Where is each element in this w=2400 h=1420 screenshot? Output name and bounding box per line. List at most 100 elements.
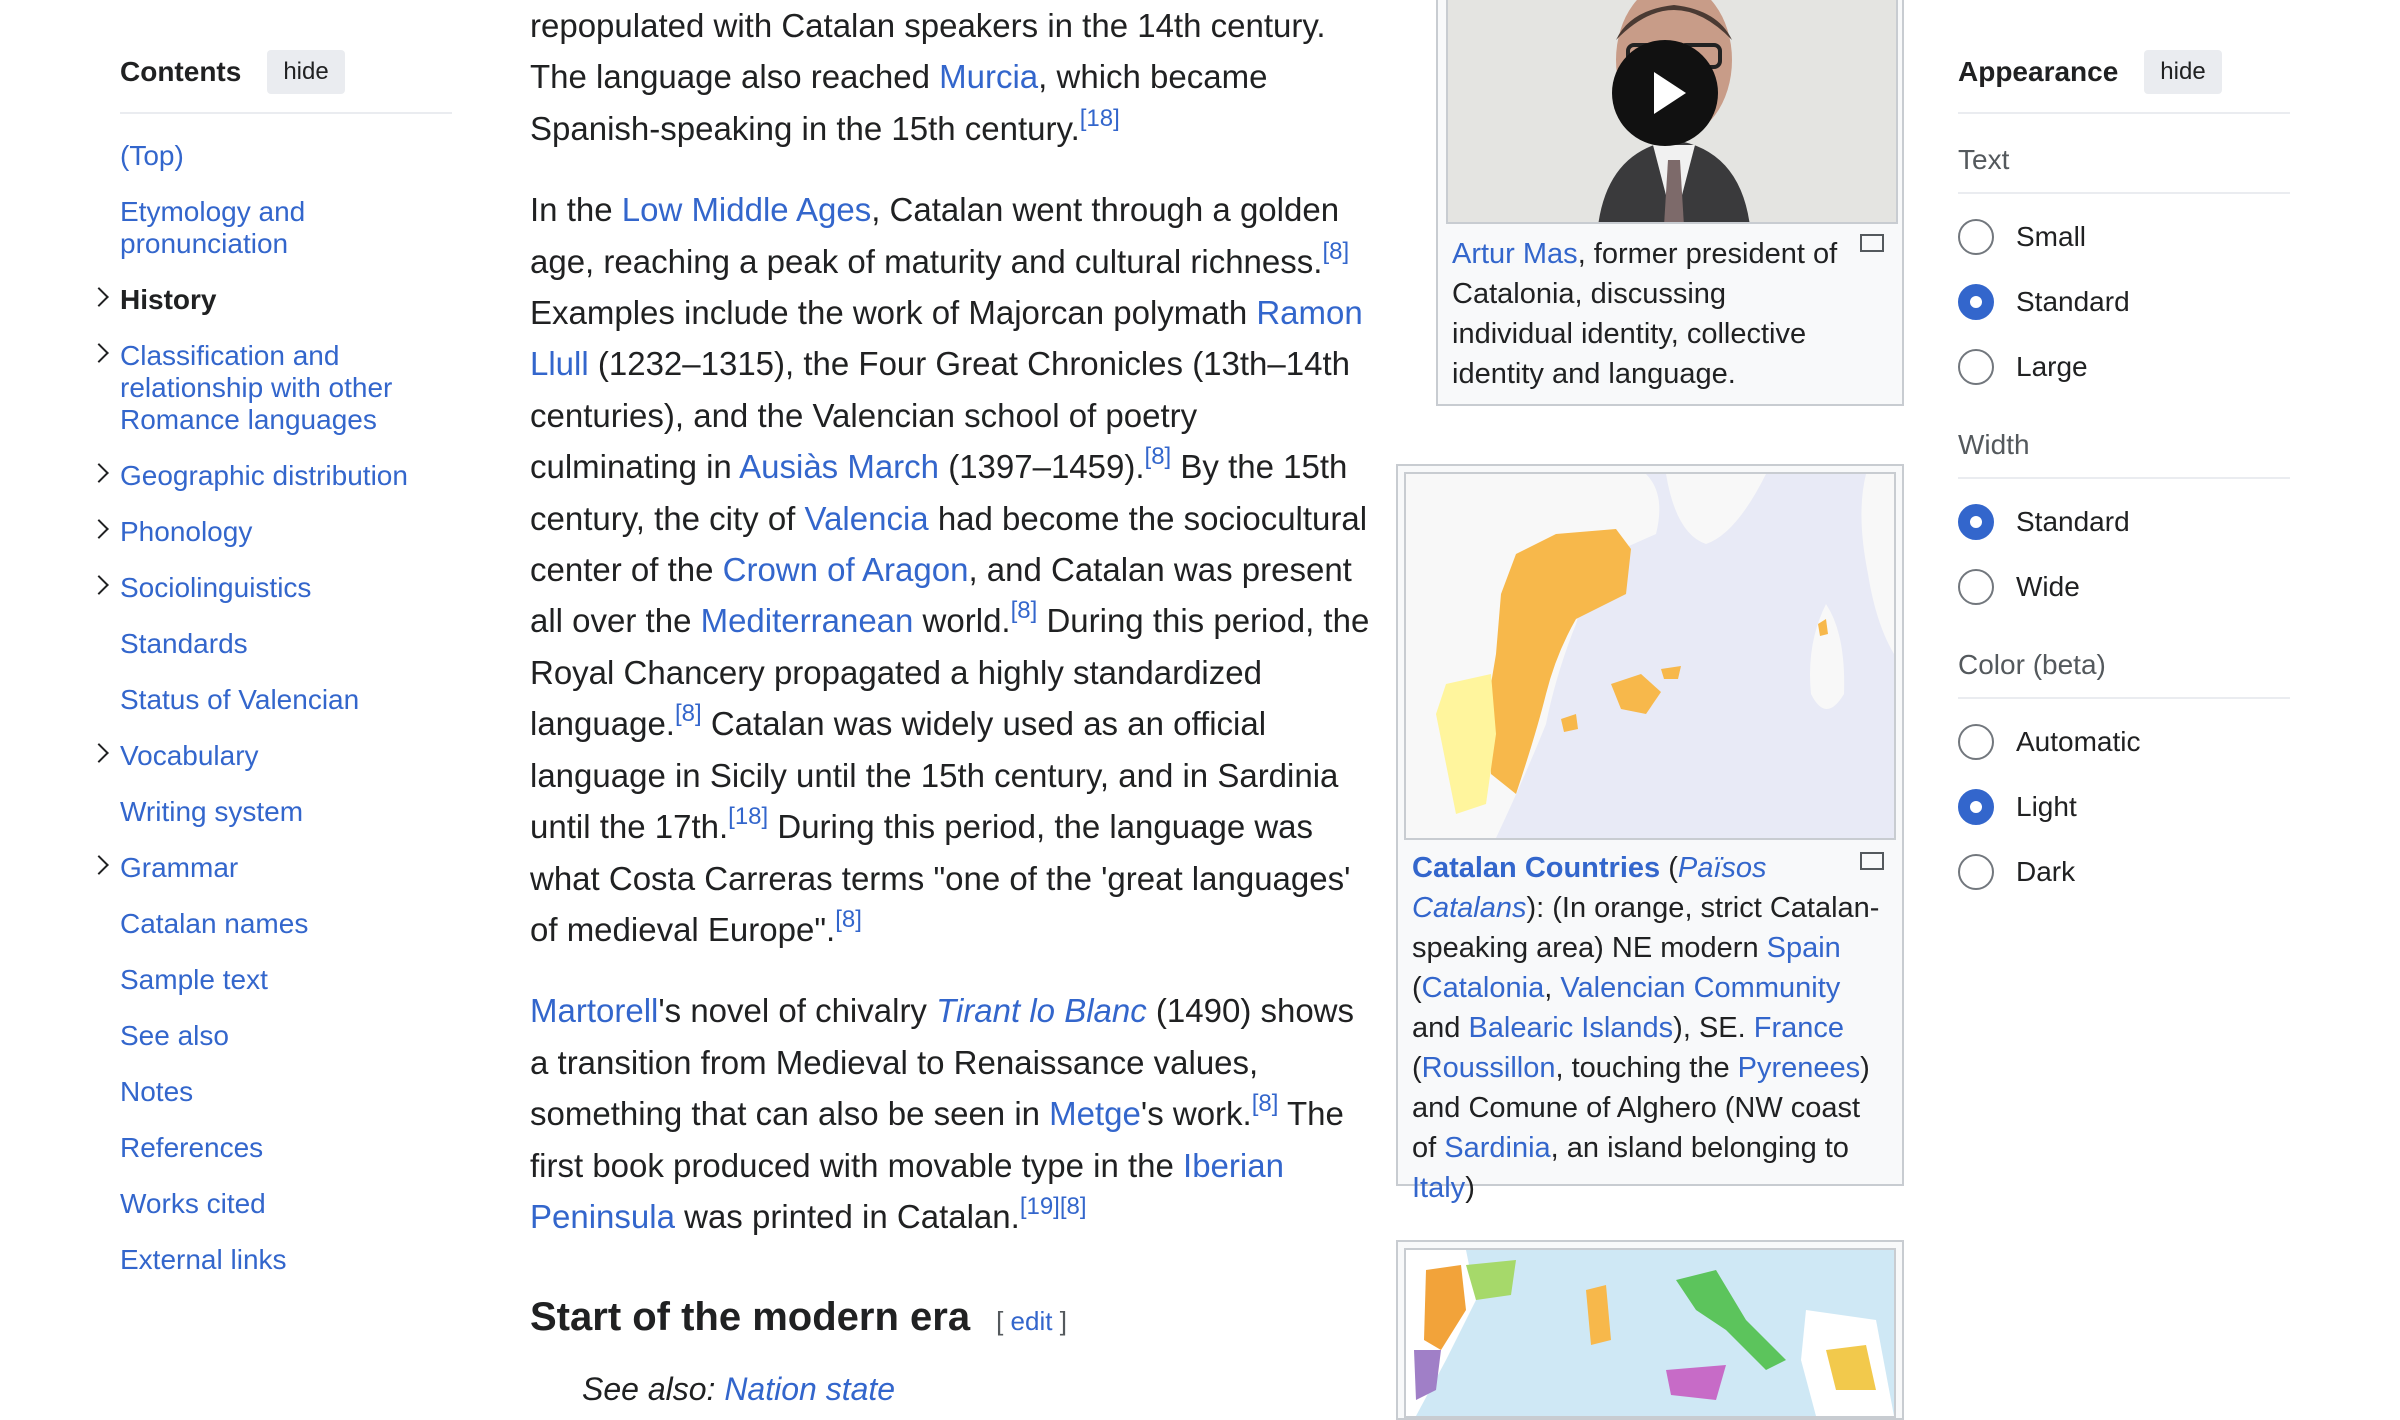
- citation-link[interactable]: [8]: [675, 700, 702, 727]
- toc-item-standards[interactable]: Standards: [120, 628, 452, 660]
- section-edit: [ edit ]: [996, 1306, 1067, 1337]
- citation-link[interactable]: [8]: [1060, 1193, 1087, 1220]
- radio-checked-icon[interactable]: [1958, 283, 1994, 320]
- link-italy[interactable]: Italy: [1412, 1172, 1465, 1204]
- toc-item-status-of-valencian[interactable]: Status of Valencian: [120, 684, 452, 716]
- toc-item-references[interactable]: References: [120, 1132, 452, 1164]
- radio-icon[interactable]: [1958, 568, 1994, 605]
- toc-item-geographic-distribution[interactable]: Geographic distribution: [89, 460, 452, 492]
- toc-item-vocabulary[interactable]: Vocabulary: [89, 740, 452, 772]
- citation-link[interactable]: [18]: [1080, 105, 1120, 132]
- text-size-options: Small Standard Large: [1958, 204, 2290, 399]
- toc-item-notes[interactable]: Notes: [120, 1076, 452, 1108]
- toc-item-external-links[interactable]: External links: [120, 1244, 452, 1276]
- toc-item-top[interactable]: (Top): [120, 140, 452, 172]
- radio-icon[interactable]: [1958, 853, 1994, 890]
- citation-link[interactable]: [8]: [835, 906, 862, 933]
- paragraph-tirant-lo-blanc: Martorell's novel of chivalry Tirant lo …: [530, 992, 1355, 1235]
- color-label: Color (beta): [1958, 649, 2290, 699]
- text-size-standard-option[interactable]: Standard: [1958, 269, 2290, 334]
- toc-item-grammar[interactable]: Grammar: [89, 852, 452, 884]
- color-dark-option[interactable]: Dark: [1958, 839, 2290, 904]
- toc-list: (Top) Etymology and pronunciation Histor…: [89, 140, 452, 1276]
- link-spain[interactable]: Spain: [1767, 932, 1841, 964]
- link-valencian-community[interactable]: Valencian Community: [1560, 972, 1840, 1004]
- width-standard-option[interactable]: Standard: [1958, 489, 2290, 554]
- link-catalan-countries[interactable]: Catalan Countries: [1412, 852, 1660, 884]
- color-light-option[interactable]: Light: [1958, 774, 2290, 839]
- link-low-middle-ages[interactable]: Low Middle Ages: [622, 191, 871, 228]
- appearance-panel: Appearance hide Text Small Standard Larg…: [1958, 50, 2290, 904]
- toc-item-catalan-names[interactable]: Catalan names: [120, 908, 452, 940]
- citation-link[interactable]: [18]: [728, 803, 768, 830]
- chevron-right-icon[interactable]: [89, 287, 109, 307]
- width-wide-option[interactable]: Wide: [1958, 554, 2290, 619]
- enlarge-icon[interactable]: [1860, 234, 1884, 252]
- link-balearic-islands[interactable]: Balearic Islands: [1468, 1012, 1673, 1044]
- toc-item-classification[interactable]: Classification and relationship with oth…: [89, 340, 452, 436]
- play-icon: [1654, 72, 1686, 114]
- link-pyrenees[interactable]: Pyrenees: [1738, 1052, 1861, 1084]
- link-sardinia[interactable]: Sardinia: [1444, 1132, 1550, 1164]
- toc-item-see-also[interactable]: See also: [120, 1020, 452, 1052]
- edit-link[interactable]: edit: [1011, 1306, 1053, 1336]
- paragraph-golden-age: In the Low Middle Ages, Catalan went thr…: [530, 191, 1370, 948]
- toc-item-sociolinguistics[interactable]: Sociolinguistics: [89, 572, 452, 604]
- radio-icon[interactable]: [1958, 348, 1994, 385]
- article-body: repopulated with Catalan speakers in the…: [530, 0, 1370, 1415]
- appearance-title: Appearance: [1958, 56, 2119, 87]
- link-tirant-lo-blanc[interactable]: Tirant lo Blanc: [936, 992, 1147, 1029]
- radio-icon[interactable]: [1958, 218, 1994, 255]
- link-metge[interactable]: Metge: [1049, 1095, 1141, 1132]
- citation-link[interactable]: [19]: [1020, 1193, 1060, 1220]
- historical-map-image[interactable]: [1404, 1248, 1896, 1418]
- text-size-large-option[interactable]: Large: [1958, 334, 2290, 399]
- enlarge-icon[interactable]: [1860, 852, 1884, 870]
- citation-link[interactable]: [8]: [1011, 597, 1038, 624]
- link-france[interactable]: France: [1754, 1012, 1844, 1044]
- toc-item-etymology[interactable]: Etymology and pronunciation: [120, 196, 452, 260]
- radio-checked-icon[interactable]: [1958, 503, 1994, 540]
- appearance-header: Appearance hide: [1958, 50, 2290, 114]
- toc-item-works-cited[interactable]: Works cited: [120, 1188, 452, 1220]
- link-valencia[interactable]: Valencia: [805, 500, 929, 537]
- link-mediterranean[interactable]: Mediterranean: [701, 602, 914, 639]
- toc-item-writing-system[interactable]: Writing system: [120, 796, 452, 828]
- toc-item-sample-text[interactable]: Sample text: [120, 964, 452, 996]
- toc-hide-button[interactable]: hide: [267, 50, 345, 94]
- chevron-right-icon[interactable]: [89, 855, 109, 875]
- text-size-small-option[interactable]: Small: [1958, 204, 2290, 269]
- link-artur-mas[interactable]: Artur Mas: [1452, 238, 1578, 270]
- link-crown-of-aragon[interactable]: Crown of Aragon: [723, 551, 969, 588]
- section-title: Start of the modern era: [530, 1295, 971, 1340]
- paragraph-murcia: repopulated with Catalan speakers in the…: [530, 7, 1326, 147]
- chevron-right-icon[interactable]: [89, 519, 109, 539]
- chevron-right-icon[interactable]: [89, 575, 109, 595]
- chevron-right-icon[interactable]: [89, 343, 109, 363]
- toc-item-history[interactable]: History: [89, 284, 452, 316]
- appearance-hide-button[interactable]: hide: [2144, 50, 2222, 94]
- link-martorell[interactable]: Martorell: [530, 992, 658, 1029]
- video-figure: Artur Mas, former president of Catalonia…: [1436, 0, 1904, 406]
- toc-title: Contents: [120, 56, 242, 87]
- citation-link[interactable]: [8]: [1145, 443, 1172, 470]
- radio-icon[interactable]: [1958, 723, 1994, 760]
- radio-checked-icon[interactable]: [1958, 788, 1994, 825]
- play-button[interactable]: [1612, 40, 1718, 146]
- link-murcia[interactable]: Murcia: [939, 58, 1038, 95]
- chevron-right-icon[interactable]: [89, 743, 109, 763]
- catalan-countries-map[interactable]: [1404, 472, 1896, 840]
- citation-link[interactable]: [8]: [1252, 1090, 1279, 1117]
- toc-item-phonology[interactable]: Phonology: [89, 516, 452, 548]
- link-catalonia[interactable]: Catalonia: [1422, 972, 1545, 1004]
- color-automatic-option[interactable]: Automatic: [1958, 709, 2290, 774]
- citation-link[interactable]: [8]: [1322, 238, 1349, 265]
- chevron-right-icon[interactable]: [89, 463, 109, 483]
- map-image: [1406, 474, 1894, 838]
- table-of-contents: Contents hide (Top) Etymology and pronun…: [89, 50, 452, 1300]
- link-ausias-march[interactable]: Ausiàs March: [739, 448, 939, 485]
- toc-header: Contents hide: [120, 50, 452, 114]
- map-caption: Catalan Countries (Països Catalans): (In…: [1412, 852, 1880, 1204]
- link-roussillon[interactable]: Roussillon: [1422, 1052, 1556, 1084]
- link-nation-state[interactable]: Nation state: [724, 1371, 895, 1407]
